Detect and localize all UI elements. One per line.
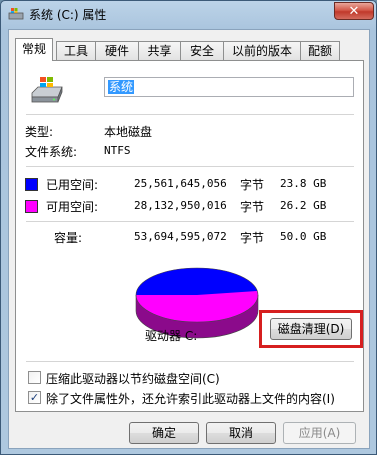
tab-general[interactable]: 常规 bbox=[15, 38, 53, 61]
capacity-size: 50.0 GB bbox=[280, 230, 327, 243]
disk-cleanup-button[interactable]: 磁盘清理(D) bbox=[270, 318, 352, 340]
index-label[interactable]: 除了文件属性外，还允许索引此驱动器上文件的内容(I) bbox=[46, 390, 335, 407]
title-bar[interactable]: 系统 (C:) 属性 ✕ bbox=[1, 1, 376, 27]
apply-button[interactable]: 应用(A) bbox=[283, 422, 356, 444]
file-system-value: NTFS bbox=[104, 144, 131, 157]
used-space-size: 23.8 GB bbox=[280, 177, 327, 190]
general-panel: 系统 类型: 本地磁盘 文件系统: NTFS 已用空间: 25,561,645,… bbox=[15, 60, 364, 412]
tab-quota[interactable]: 配额 bbox=[300, 41, 340, 60]
tab-label: 以前的版本 bbox=[231, 44, 292, 58]
free-space-swatch bbox=[25, 200, 38, 213]
tab-label: 共享 bbox=[147, 44, 172, 58]
index-checkbox[interactable]: ✓ bbox=[28, 391, 41, 404]
divider bbox=[26, 361, 354, 362]
divider bbox=[26, 221, 354, 222]
divider bbox=[26, 166, 354, 167]
drive-icon bbox=[8, 8, 24, 20]
volume-name-selected-text: 系统 bbox=[108, 80, 135, 94]
used-space-swatch bbox=[25, 178, 38, 191]
used-space-unit: 字节 bbox=[240, 178, 265, 192]
capacity-label: 容量: bbox=[54, 231, 83, 245]
checkmark-icon: ✓ bbox=[29, 391, 40, 404]
tab-label: 常规 bbox=[21, 42, 46, 56]
volume-name-field[interactable]: 系统 bbox=[104, 77, 354, 97]
tab-label: 安全 bbox=[189, 44, 214, 58]
tab-label: 配额 bbox=[307, 44, 332, 58]
file-system-label: 文件系统: bbox=[25, 145, 78, 159]
properties-window: 系统 (C:) 属性 ✕ 常规 工具 硬件 共享 安全 以前的版本 配额 系统 … bbox=[0, 0, 377, 455]
free-space-bytes: 28,132,950,016 bbox=[134, 199, 227, 212]
tab-security[interactable]: 安全 bbox=[180, 41, 224, 60]
close-button[interactable]: ✕ bbox=[334, 2, 374, 20]
tab-sharing[interactable]: 共享 bbox=[138, 41, 181, 60]
tab-label: 工具 bbox=[63, 44, 88, 58]
tab-tools[interactable]: 工具 bbox=[56, 41, 96, 60]
close-icon: ✕ bbox=[348, 4, 360, 19]
tab-previous-versions[interactable]: 以前的版本 bbox=[223, 41, 301, 60]
pie-used-slice bbox=[136, 267, 258, 295]
free-space-label: 可用空间: bbox=[46, 200, 99, 214]
drive-letter-label: 驱动器 C: bbox=[145, 329, 198, 343]
window-title: 系统 (C:) 属性 bbox=[29, 8, 107, 22]
tab-hardware[interactable]: 硬件 bbox=[95, 41, 139, 60]
compress-checkbox[interactable] bbox=[28, 371, 41, 384]
ok-button[interactable]: 确定 bbox=[129, 422, 199, 444]
used-space-bytes: 25,561,645,056 bbox=[134, 177, 227, 190]
cancel-button[interactable]: 取消 bbox=[206, 422, 276, 444]
type-value: 本地磁盘 bbox=[104, 125, 153, 139]
used-space-label: 已用空间: bbox=[46, 178, 99, 192]
compress-label[interactable]: 压缩此驱动器以节约磁盘空间(C) bbox=[46, 370, 220, 387]
dialog-client: 常规 工具 硬件 共享 安全 以前的版本 配额 系统 类型: 本地磁盘 文件系统… bbox=[8, 29, 370, 449]
tab-label: 硬件 bbox=[104, 44, 129, 58]
hard-drive-icon bbox=[31, 77, 63, 103]
type-label: 类型: bbox=[25, 125, 54, 139]
capacity-bytes: 53,694,595,072 bbox=[134, 230, 227, 243]
free-space-size: 26.2 GB bbox=[280, 199, 327, 212]
free-space-unit: 字节 bbox=[240, 200, 265, 214]
divider bbox=[26, 114, 354, 115]
capacity-unit: 字节 bbox=[240, 231, 265, 245]
